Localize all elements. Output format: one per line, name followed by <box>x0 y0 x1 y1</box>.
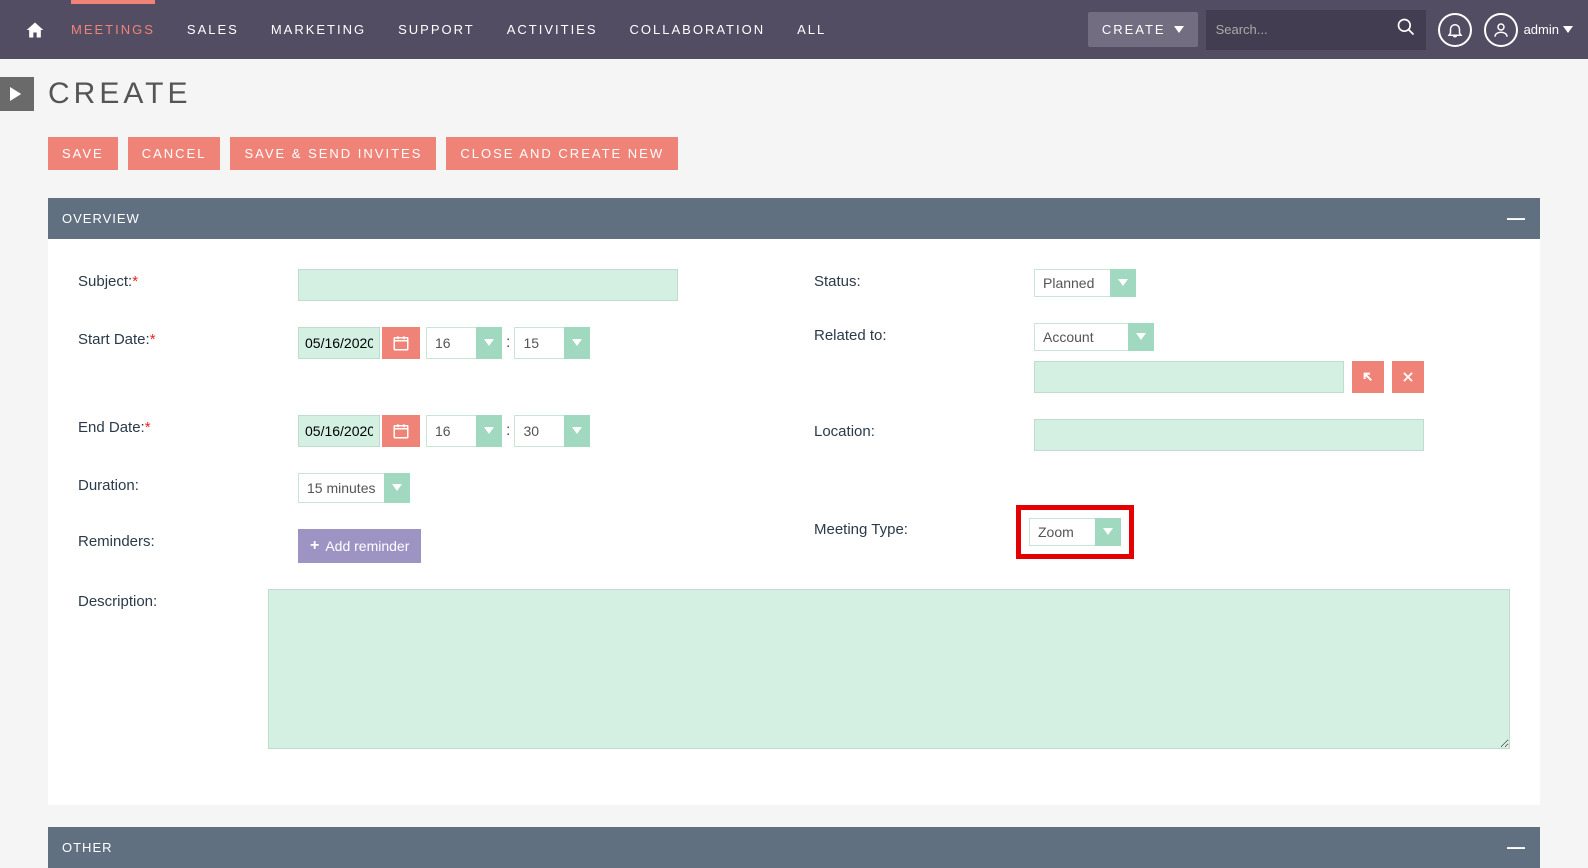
other-panel-header[interactable]: OTHER — <box>48 827 1540 868</box>
duration-select[interactable]: 15 minutes <box>298 473 410 503</box>
chevron-down-icon <box>1095 518 1121 546</box>
overview-panel-header[interactable]: OVERVIEW — <box>48 198 1540 239</box>
chevron-down-icon <box>1110 269 1136 297</box>
create-dropdown[interactable]: CREATE <box>1088 12 1198 47</box>
add-reminder-label: Add reminder <box>325 538 409 554</box>
search-icon[interactable] <box>1396 17 1416 42</box>
start-hour-value: 16 <box>426 327 476 359</box>
calendar-icon <box>392 334 410 352</box>
cancel-button[interactable]: CANCEL <box>128 137 221 170</box>
search-input[interactable] <box>1216 22 1396 37</box>
nav-label: SALES <box>187 22 239 37</box>
page-title: CREATE <box>48 77 191 111</box>
related-to-select[interactable]: Account <box>1034 323 1154 351</box>
nav-label: MEETINGS <box>71 22 155 37</box>
reminders-label: Reminders: <box>78 529 298 550</box>
user-dropdown[interactable]: admin <box>1524 22 1573 37</box>
nav-all[interactable]: ALL <box>781 0 842 59</box>
collapse-icon[interactable]: — <box>1507 837 1526 858</box>
user-icon[interactable] <box>1484 13 1518 47</box>
start-minute-select[interactable]: 15 <box>514 327 590 359</box>
nav-label: SUPPORT <box>398 22 475 37</box>
chevron-down-icon <box>1174 26 1184 34</box>
start-date-input[interactable] <box>298 327 380 359</box>
status-value: Planned <box>1034 269 1110 297</box>
nav-marketing[interactable]: MARKETING <box>255 0 382 59</box>
plus-icon: + <box>310 537 319 555</box>
chevron-down-icon <box>564 415 590 447</box>
nav-meetings[interactable]: MEETINGS <box>55 0 171 59</box>
location-input[interactable] <box>1034 419 1424 451</box>
end-date-calendar-button[interactable] <box>382 415 420 447</box>
subject-label: Subject:* <box>78 269 298 290</box>
end-hour-select[interactable]: 16 <box>426 415 502 447</box>
overview-panel-body: Subject:* Start Date:* 16 : <box>48 239 1540 805</box>
description-label: Description: <box>78 589 268 610</box>
panel-title: OTHER <box>62 840 113 855</box>
location-label: Location: <box>814 419 1034 440</box>
meeting-type-highlight: Zoom <box>1016 505 1134 559</box>
related-to-label: Related to: <box>814 323 1034 344</box>
start-date-calendar-button[interactable] <box>382 327 420 359</box>
status-label: Status: <box>814 269 1034 290</box>
end-hour-value: 16 <box>426 415 476 447</box>
add-reminder-button[interactable]: + Add reminder <box>298 529 421 563</box>
chevron-down-icon <box>476 327 502 359</box>
action-bar: SAVE CANCEL SAVE & SEND INVITES CLOSE AN… <box>48 137 1540 170</box>
bell-icon[interactable] <box>1438 13 1472 47</box>
start-date-label: Start Date:* <box>78 327 298 348</box>
nav-label: MARKETING <box>271 22 366 37</box>
status-select[interactable]: Planned <box>1034 269 1136 297</box>
topbar: MEETINGS SALES MARKETING SUPPORT ACTIVIT… <box>0 0 1588 59</box>
home-icon[interactable] <box>15 0 55 59</box>
arrow-up-left-icon <box>1360 369 1376 385</box>
related-to-value: Account <box>1034 323 1128 351</box>
nav-label: COLLABORATION <box>630 22 766 37</box>
start-minute-value: 15 <box>514 327 564 359</box>
search-wrap <box>1206 10 1426 50</box>
create-label: CREATE <box>1102 22 1166 37</box>
nav-collaboration[interactable]: COLLABORATION <box>614 0 782 59</box>
chevron-down-icon <box>1563 26 1573 34</box>
subject-input[interactable] <box>298 269 678 301</box>
meeting-type-select[interactable]: Zoom <box>1029 518 1121 546</box>
expand-toggle[interactable] <box>0 77 34 111</box>
duration-label: Duration: <box>78 473 298 494</box>
chevron-down-icon <box>564 327 590 359</box>
time-colon: : <box>506 327 510 359</box>
chevron-down-icon <box>384 473 410 503</box>
related-to-clear-button[interactable] <box>1392 361 1424 393</box>
end-date-input[interactable] <box>298 415 380 447</box>
related-to-input[interactable] <box>1034 361 1344 393</box>
time-colon: : <box>506 415 510 447</box>
nav-activities[interactable]: ACTIVITIES <box>491 0 614 59</box>
nav-label: ALL <box>797 22 826 37</box>
related-to-pick-button[interactable] <box>1352 361 1384 393</box>
meeting-type-label: Meeting Type: <box>814 517 1034 538</box>
chevron-down-icon <box>476 415 502 447</box>
end-date-label: End Date:* <box>78 415 298 436</box>
calendar-icon <box>392 422 410 440</box>
user-name: admin <box>1524 22 1559 37</box>
meeting-type-value: Zoom <box>1029 518 1095 546</box>
end-minute-value: 30 <box>514 415 564 447</box>
collapse-icon[interactable]: — <box>1507 208 1526 229</box>
nav-support[interactable]: SUPPORT <box>382 0 491 59</box>
end-minute-select[interactable]: 30 <box>514 415 590 447</box>
nav-sales[interactable]: SALES <box>171 0 255 59</box>
start-hour-select[interactable]: 16 <box>426 327 502 359</box>
save-send-invites-button[interactable]: SAVE & SEND INVITES <box>230 137 436 170</box>
save-button[interactable]: SAVE <box>48 137 118 170</box>
duration-value: 15 minutes <box>298 473 384 503</box>
nav-label: ACTIVITIES <box>507 22 598 37</box>
description-input[interactable] <box>268 589 1510 749</box>
page-header: CREATE <box>0 77 1588 111</box>
panel-title: OVERVIEW <box>62 211 140 226</box>
close-icon <box>1401 370 1415 384</box>
chevron-down-icon <box>1128 323 1154 351</box>
close-create-new-button[interactable]: CLOSE AND CREATE NEW <box>446 137 678 170</box>
